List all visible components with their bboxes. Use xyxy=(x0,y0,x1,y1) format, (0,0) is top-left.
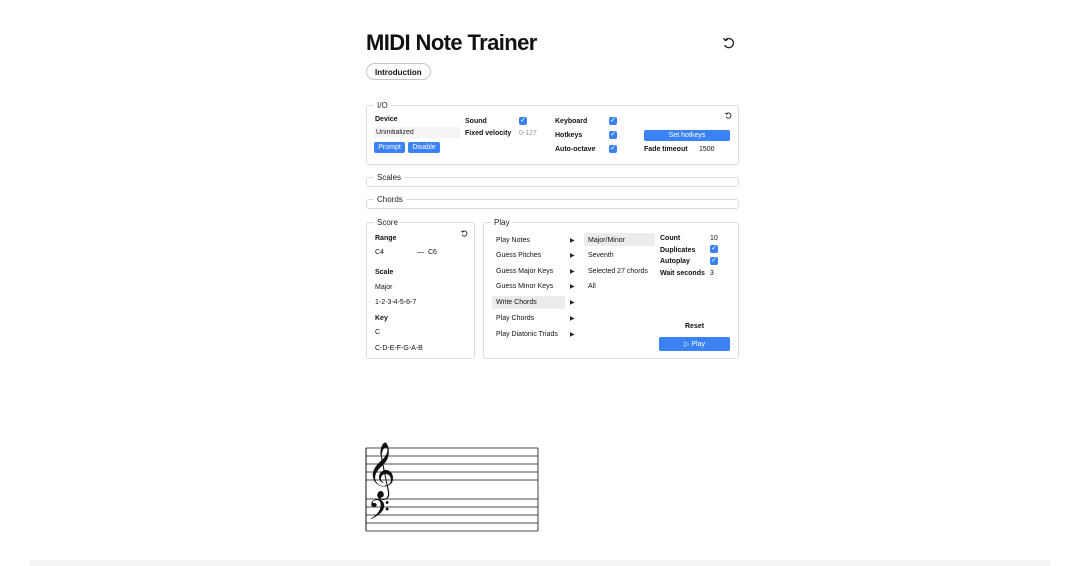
wait-seconds-label: Wait seconds xyxy=(660,270,705,277)
fixed-velocity-label: Fixed velocity xyxy=(465,130,512,137)
mode-play-diatonic-triads[interactable]: Play Diatonic Triads xyxy=(496,330,558,340)
scales-panel[interactable]: Scales xyxy=(366,173,739,187)
play-arrow-icon[interactable]: ▶ xyxy=(570,315,575,322)
count-value[interactable]: 10 xyxy=(710,234,718,244)
sound-label: Sound xyxy=(465,118,487,125)
set-hotkeys-button[interactable]: Set hotkeys xyxy=(644,130,730,141)
range-low-value[interactable]: C4 xyxy=(375,248,384,258)
scales-legend[interactable]: Scales xyxy=(374,173,404,182)
io-legend: I/O xyxy=(377,101,388,110)
bass-staff xyxy=(366,498,538,532)
chords-legend[interactable]: Chords xyxy=(374,195,406,204)
duplicates-label: Duplicates xyxy=(660,247,696,254)
option-major-minor[interactable]: Major/Minor xyxy=(588,236,625,246)
play-legend: Play xyxy=(494,218,510,227)
score-legend: Score xyxy=(377,218,398,227)
play-arrow-icon[interactable]: ▶ xyxy=(570,268,575,275)
count-label: Count xyxy=(660,235,681,242)
autoplay-checkbox[interactable]: ✓ xyxy=(710,257,718,265)
scale-value[interactable]: Major xyxy=(375,283,393,293)
keyboard-checkbox[interactable]: ✓ xyxy=(609,117,617,125)
page-title: MIDI Note Trainer xyxy=(366,30,537,55)
range-separator: — xyxy=(417,249,424,256)
play-arrow-icon[interactable]: ▶ xyxy=(570,237,575,244)
mode-guess-major-keys[interactable]: Guess Major Keys xyxy=(496,267,553,277)
key-label: Key xyxy=(375,315,388,322)
fixed-velocity-input[interactable]: 0-127 xyxy=(519,129,537,139)
key-value[interactable]: C xyxy=(375,328,380,338)
autoplay-label: Autoplay xyxy=(660,258,690,265)
chords-panel[interactable]: Chords xyxy=(366,195,739,209)
fade-timeout-value[interactable]: 1500 xyxy=(699,145,715,155)
sound-checkbox[interactable]: ✓ xyxy=(519,117,527,125)
play-arrow-icon[interactable]: ▶ xyxy=(570,252,575,259)
wait-seconds-value[interactable]: 3 xyxy=(710,269,714,279)
option-seventh[interactable]: Seventh xyxy=(588,251,614,261)
play-button[interactable]: ▷ Play xyxy=(659,337,730,351)
device-label: Device xyxy=(375,116,398,123)
mode-guess-minor-keys[interactable]: Guess Minor Keys xyxy=(496,282,553,292)
option-all[interactable]: All xyxy=(588,282,596,292)
introduction-button[interactable]: Introduction xyxy=(366,63,431,80)
keyboard-label: Keyboard xyxy=(555,118,588,125)
duplicates-checkbox[interactable]: ✓ xyxy=(710,245,718,253)
io-reset-icon[interactable] xyxy=(724,111,733,120)
mode-guess-pitches[interactable]: Guess Pitches xyxy=(496,251,541,261)
auto-octave-label: Auto-octave xyxy=(555,146,596,153)
mode-play-chords[interactable]: Play Chords xyxy=(496,314,534,324)
play-arrow-icon[interactable]: ▶ xyxy=(570,331,575,338)
fade-timeout-label: Fade timeout xyxy=(644,146,688,153)
hotkeys-checkbox[interactable]: ✓ xyxy=(609,131,617,139)
score-reset-icon[interactable] xyxy=(460,229,469,238)
play-arrow-icon[interactable]: ▶ xyxy=(570,283,575,290)
hotkeys-label: Hotkeys xyxy=(555,132,583,139)
bass-clef-icon: 𝄢 xyxy=(368,494,390,534)
scale-degrees: 1-2-3-4-5-6-7 xyxy=(375,299,417,306)
device-field[interactable] xyxy=(374,127,460,138)
music-staff: 𝄞 𝄢 xyxy=(365,442,539,534)
option-selected-chords[interactable]: Selected 27 chords xyxy=(588,267,648,277)
play-arrow-icon[interactable]: ▶ xyxy=(570,299,575,306)
disable-button[interactable]: Disable xyxy=(408,142,440,153)
reset-icon[interactable] xyxy=(721,35,737,51)
range-label: Range xyxy=(375,235,397,242)
auto-octave-checkbox[interactable]: ✓ xyxy=(609,145,617,153)
footer-strip xyxy=(30,560,1050,566)
prompt-button[interactable]: Prompt xyxy=(374,142,405,153)
mode-write-chords[interactable]: Write Chords xyxy=(496,298,537,308)
treble-clef-icon: 𝄞 xyxy=(367,442,395,500)
key-notes: C-D-E-F-G-A-B xyxy=(375,345,423,352)
range-high-value[interactable]: C6 xyxy=(428,248,437,258)
mode-play-notes[interactable]: Play Notes xyxy=(496,236,530,246)
reset-button[interactable]: Reset xyxy=(685,322,704,332)
scale-label: Scale xyxy=(375,269,394,276)
